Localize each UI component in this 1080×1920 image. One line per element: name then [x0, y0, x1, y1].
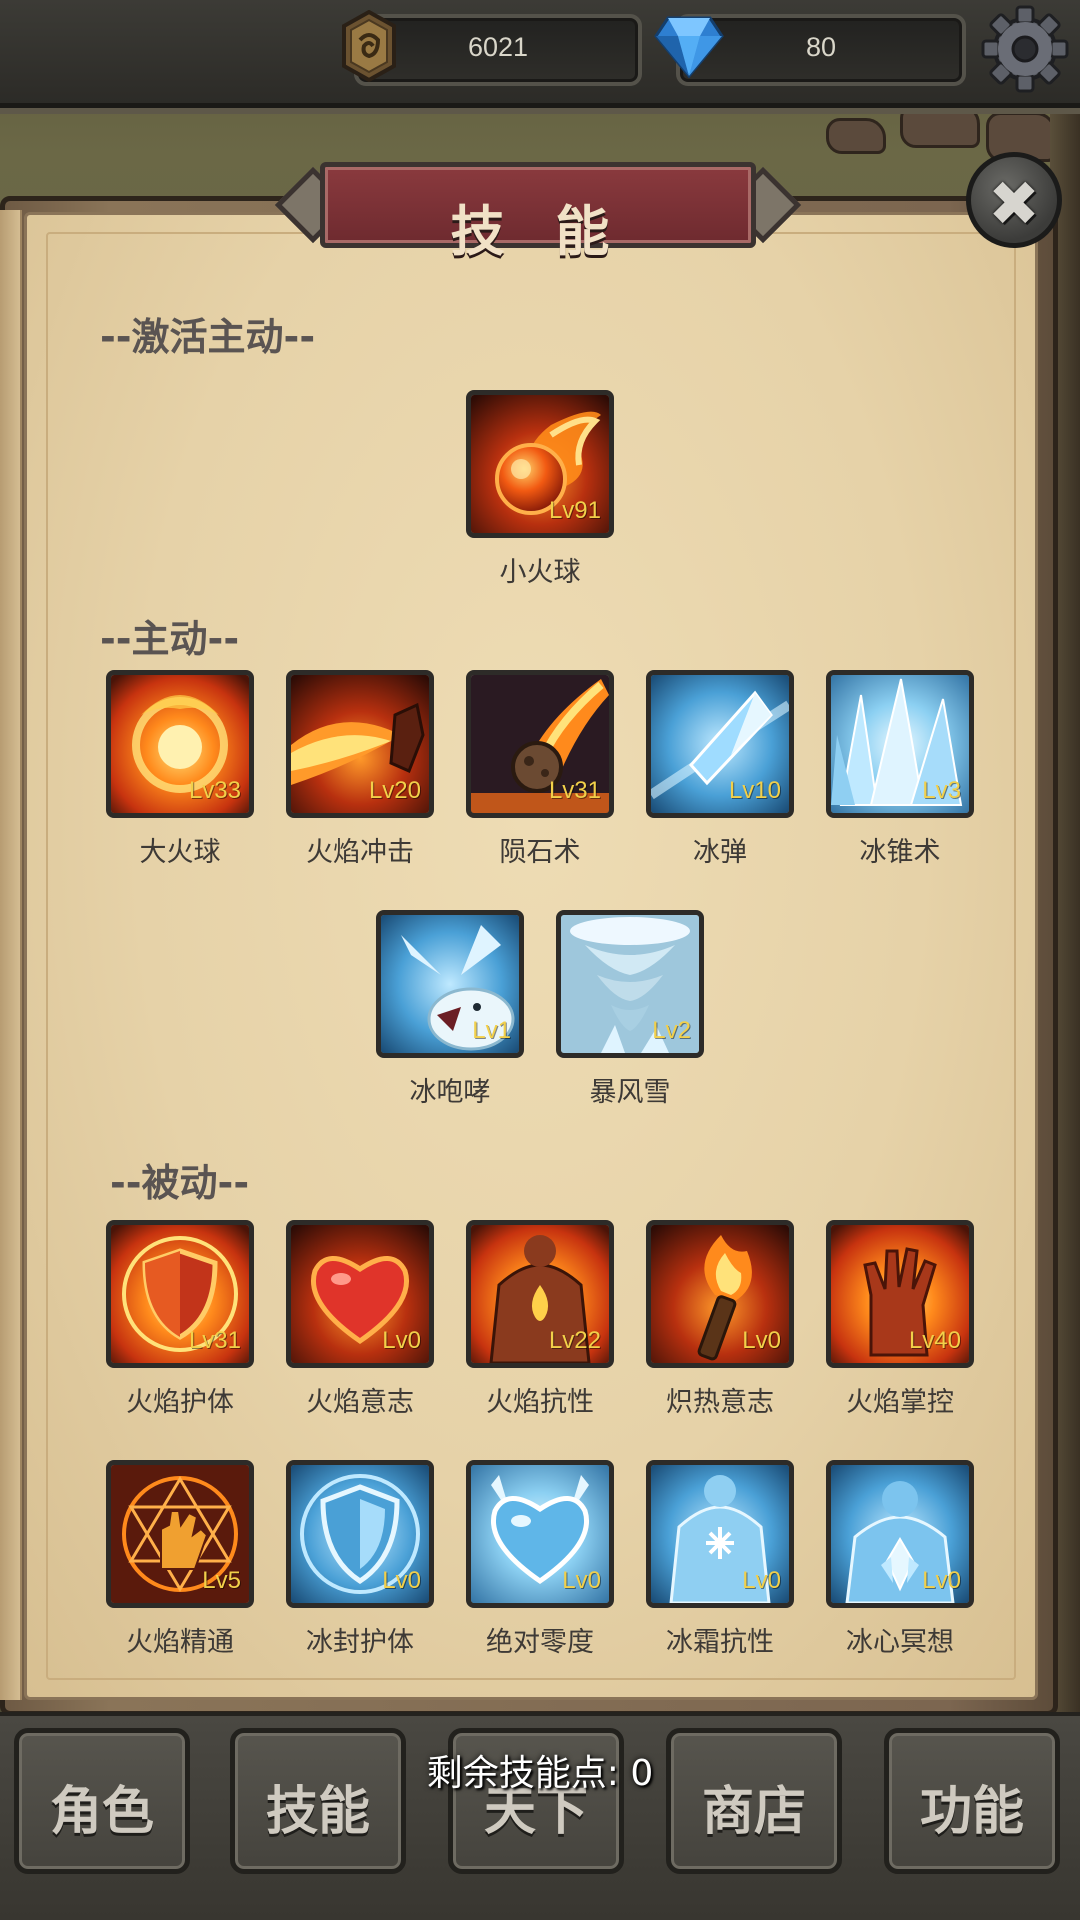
skill-name: 绝对零度: [486, 1627, 594, 1658]
skill-level: Lv5: [202, 1567, 241, 1594]
skill-name: 火焰意志: [306, 1387, 414, 1418]
section-active-title: --主动--: [100, 617, 240, 661]
skill-card-meteor[interactable]: Lv31 陨石术: [466, 670, 614, 869]
skill-name: 炽热意志: [666, 1387, 774, 1418]
skill-level: Lv20: [368, 777, 421, 804]
skill-card-flame-mastery[interactable]: Lv5 火焰精通: [106, 1460, 254, 1659]
ice-body-icon: Lv0: [646, 1460, 794, 1608]
skill-name: 冰心冥想: [846, 1627, 954, 1658]
skill-card-ice-heart-meditation[interactable]: Lv0 冰心冥想: [826, 1460, 974, 1659]
fireball-icon: Lv91: [466, 390, 614, 538]
skill-name: 冰弹: [693, 837, 747, 868]
skill-name: 冰霜抗性: [666, 1627, 774, 1658]
flame-blast-icon: Lv20: [286, 670, 434, 818]
page-title: 技 能: [450, 199, 626, 263]
skill-name: 陨石术: [499, 837, 581, 868]
skill-name: 火焰掌控: [846, 1387, 954, 1418]
skill-card-flame-will[interactable]: Lv0 火焰意志: [286, 1220, 434, 1419]
ice-shield-icon: Lv0: [286, 1460, 434, 1608]
skill-name: 暴风雪: [589, 1077, 671, 1108]
ice-heart-icon: Lv0: [466, 1460, 614, 1608]
skill-level: Lv31: [188, 1327, 241, 1354]
skill-level: Lv1: [472, 1017, 511, 1044]
book-spine: [0, 210, 22, 1700]
skill-name: 火焰冲击: [306, 837, 414, 868]
ice-spikes-icon: Lv3: [826, 670, 974, 818]
skill-name: 火焰精通: [126, 1627, 234, 1658]
section-activated-title: --激活主动--: [100, 315, 316, 359]
skill-name: 冰咆哮: [409, 1077, 491, 1108]
close-button[interactable]: ✖: [966, 152, 1062, 248]
skill-card-big-fireball[interactable]: Lv33 大火球: [106, 670, 254, 869]
skill-card-flame-resistance[interactable]: Lv22 火焰抗性: [466, 1220, 614, 1419]
skill-level: Lv0: [922, 1567, 961, 1594]
skill-card-blizzard[interactable]: Lv2 暴风雪: [556, 910, 704, 1109]
ice-bolt-icon: Lv10: [646, 670, 794, 818]
flame-heart-icon: Lv0: [286, 1220, 434, 1368]
section-passive-title: --被动--: [110, 1161, 250, 1205]
flame-shield-icon: Lv31: [106, 1220, 254, 1368]
skill-level: Lv91: [548, 497, 601, 524]
flame-hand-icon: Lv40: [826, 1220, 974, 1368]
torch-icon: Lv0: [646, 1220, 794, 1368]
ice-bear-roar-icon: Lv1: [376, 910, 524, 1058]
big-fireball-icon: Lv33: [106, 670, 254, 818]
skill-card-ice-spikes[interactable]: Lv3 冰锥术: [826, 670, 974, 869]
skill-level: Lv0: [382, 1567, 421, 1594]
skill-name: 大火球: [139, 837, 221, 868]
skill-level: Lv0: [742, 1567, 781, 1594]
meteor-icon: Lv31: [466, 670, 614, 818]
skill-card-scorching-will[interactable]: Lv0 炽热意志: [646, 1220, 794, 1419]
coin-icon: [342, 10, 396, 82]
skill-name: 冰封护体: [306, 1627, 414, 1658]
skill-level: Lv0: [562, 1567, 601, 1594]
flame-sigil-icon: Lv5: [106, 1460, 254, 1608]
rock-decoration: [826, 118, 886, 154]
skill-card-ice-shield[interactable]: Lv0 冰封护体: [286, 1460, 434, 1659]
flame-body-icon: Lv22: [466, 1220, 614, 1368]
skill-level: Lv0: [742, 1327, 781, 1354]
skill-level: Lv40: [908, 1327, 961, 1354]
close-icon: ✖: [988, 167, 1040, 240]
skill-level: Lv33: [188, 777, 241, 804]
skill-card-absolute-zero[interactable]: Lv0 绝对零度: [466, 1460, 614, 1659]
skill-name: 火焰护体: [126, 1387, 234, 1418]
skill-level: Lv10: [728, 777, 781, 804]
skill-name: 火焰抗性: [486, 1387, 594, 1418]
title-banner: 技 能: [274, 150, 802, 263]
skill-card-flame-blast[interactable]: Lv20 火焰冲击: [286, 670, 434, 869]
blizzard-icon: Lv2: [556, 910, 704, 1058]
skill-level: Lv22: [548, 1327, 601, 1354]
skill-name: 小火球: [499, 557, 581, 588]
coin-value: 6021: [467, 32, 529, 62]
rock-decoration: [900, 104, 980, 148]
skill-card-flame-control[interactable]: Lv40 火焰掌控: [826, 1220, 974, 1419]
skill-card-frost-resistance[interactable]: Lv0 冰霜抗性: [646, 1460, 794, 1659]
skill-card-little-fireball[interactable]: Lv91 小火球: [466, 390, 614, 589]
gear-icon[interactable]: [980, 4, 1070, 94]
skill-card-ice-bolt[interactable]: Lv10 冰弹: [646, 670, 794, 869]
skill-level: Lv31: [548, 777, 601, 804]
top-bar: 6021 80: [0, 0, 1080, 108]
skill-card-ice-roar[interactable]: Lv1 冰咆哮: [376, 910, 524, 1109]
skill-level: Lv3: [922, 777, 961, 804]
skill-card-flame-shield[interactable]: Lv31 火焰护体: [106, 1220, 254, 1419]
title-plate: 技 能: [320, 162, 756, 263]
ice-meditation-icon: Lv0: [826, 1460, 974, 1608]
remaining-skill-points: 剩余技能点: 0: [426, 1753, 654, 1794]
skill-level: Lv2: [652, 1017, 691, 1044]
gem-icon: [654, 16, 724, 78]
skill-name: 冰锥术: [859, 837, 941, 868]
skill-level: Lv0: [382, 1327, 421, 1354]
